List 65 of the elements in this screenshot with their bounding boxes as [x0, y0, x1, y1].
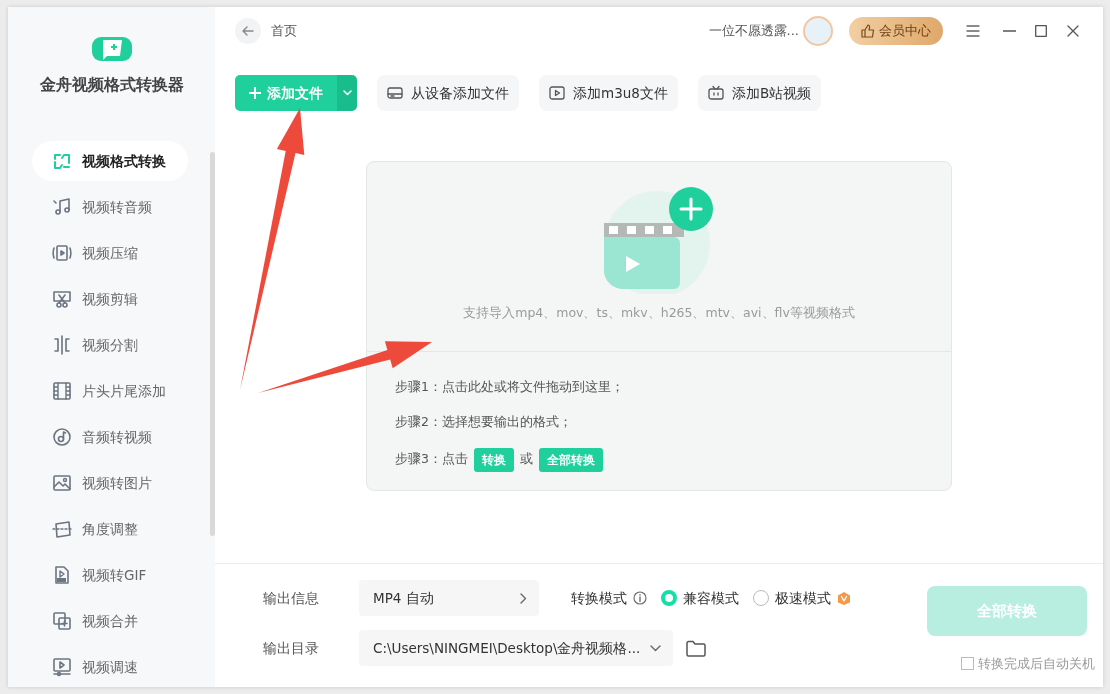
- breadcrumb: 首页: [271, 22, 297, 41]
- sidebar-item[interactable]: 片头片尾添加: [32, 371, 188, 411]
- chevron-down-icon: [650, 644, 662, 652]
- sidebar-item[interactable]: 视频转GIF: [32, 555, 188, 595]
- sidebar-item[interactable]: 角度调整: [32, 509, 188, 549]
- mode-radio[interactable]: 兼容模式: [661, 587, 739, 609]
- info-icon: [633, 591, 647, 605]
- play-box-icon: [549, 85, 565, 101]
- sidebar-item[interactable]: 视频合并: [32, 601, 188, 641]
- film-icon: [52, 381, 72, 401]
- sidebar-item[interactable]: 视频转图片: [32, 463, 188, 503]
- auto-shutdown-checkbox[interactable]: 转换完成后自动关机: [961, 654, 1095, 674]
- step-text: 步骤1：点击此处或将文件拖动到这里；: [395, 378, 625, 396]
- image-icon: [52, 473, 72, 493]
- drop-zone[interactable]: 支持导入mp4、mov、ts、mkv、h265、mtv、avi、flv等视频格式 步骤1：点击此处或将文件拖动到这里； 步骤2：选择想要输出的格式； 步骤3：点击 转换 或 全部转换: [366, 161, 952, 491]
- sidebar-item[interactable]: 音频转视频: [32, 417, 188, 457]
- tv-icon: [707, 85, 724, 101]
- or-text: 或: [519, 450, 533, 469]
- speed-screen-icon: [52, 657, 72, 677]
- step-text: 步骤3：点击: [395, 450, 468, 469]
- toolbar-button[interactable]: 添加B站视频: [697, 75, 822, 111]
- vip-badge-icon: [837, 590, 851, 606]
- app-name: 金舟视频格式转换器: [39, 74, 184, 96]
- sidebar-item[interactable]: 视频剪辑: [32, 279, 188, 319]
- user-avatar: [803, 16, 833, 46]
- scissors-icon: [52, 289, 72, 309]
- sidebar-item[interactable]: 视频转音频: [32, 187, 188, 227]
- thumbs-up-icon: [861, 24, 875, 38]
- format-select[interactable]: MP4 自动: [359, 580, 539, 616]
- chevron-right-icon: [520, 592, 527, 604]
- output-info-label: 输出信息: [263, 588, 320, 608]
- folder-icon: [686, 639, 707, 657]
- plus-icon: [249, 87, 261, 99]
- supported-formats-text: 支持导入mp4、mov、ts、mkv、h265、mtv、avi、flv等视频格式: [463, 304, 855, 322]
- close-icon: [1067, 25, 1079, 37]
- convert-all-tag: 全部转换: [538, 447, 603, 472]
- compress-icon: [52, 243, 72, 263]
- sidebar-item[interactable]: 视频格式转换: [32, 141, 188, 181]
- convert-tag: 转换: [473, 447, 514, 472]
- toolbar-button[interactable]: 添加m3u8文件: [539, 75, 678, 111]
- disc-icon: [52, 427, 72, 447]
- music-note-icon: [52, 197, 72, 217]
- gif-file-icon: [52, 565, 72, 585]
- split-icon: [52, 335, 72, 355]
- directory-select[interactable]: C:\Users\NINGMEI\Desktop\金舟视频格...: [359, 630, 674, 666]
- vip-center-button[interactable]: 会员中心: [849, 17, 943, 45]
- toolbar-button[interactable]: 从设备添加文件: [377, 75, 519, 111]
- output-directory-label: 输出目录: [263, 638, 320, 658]
- sidebar-item[interactable]: 视频压缩: [32, 233, 188, 273]
- menu-icon: [966, 25, 980, 37]
- sidebar-item[interactable]: 视频调速: [32, 647, 188, 687]
- conversion-mode-label: 转换模式: [570, 588, 627, 608]
- app-logo: [91, 37, 132, 61]
- back-arrow-icon: [242, 25, 254, 37]
- minimize-icon: [1002, 30, 1016, 32]
- drive-icon: [387, 85, 403, 101]
- step-text: 步骤2：选择想要输出的格式；: [395, 412, 573, 431]
- caret-icon: [342, 90, 352, 96]
- back-button[interactable]: [235, 18, 261, 44]
- add-file-dropdown[interactable]: [337, 75, 357, 111]
- sidebar-item[interactable]: 视频分割: [32, 325, 188, 365]
- merge-icon: [52, 611, 72, 631]
- maximize-icon: [1035, 25, 1047, 37]
- user-name: 一位不愿透露...: [708, 22, 799, 41]
- mode-radio[interactable]: 极速模式: [753, 587, 831, 609]
